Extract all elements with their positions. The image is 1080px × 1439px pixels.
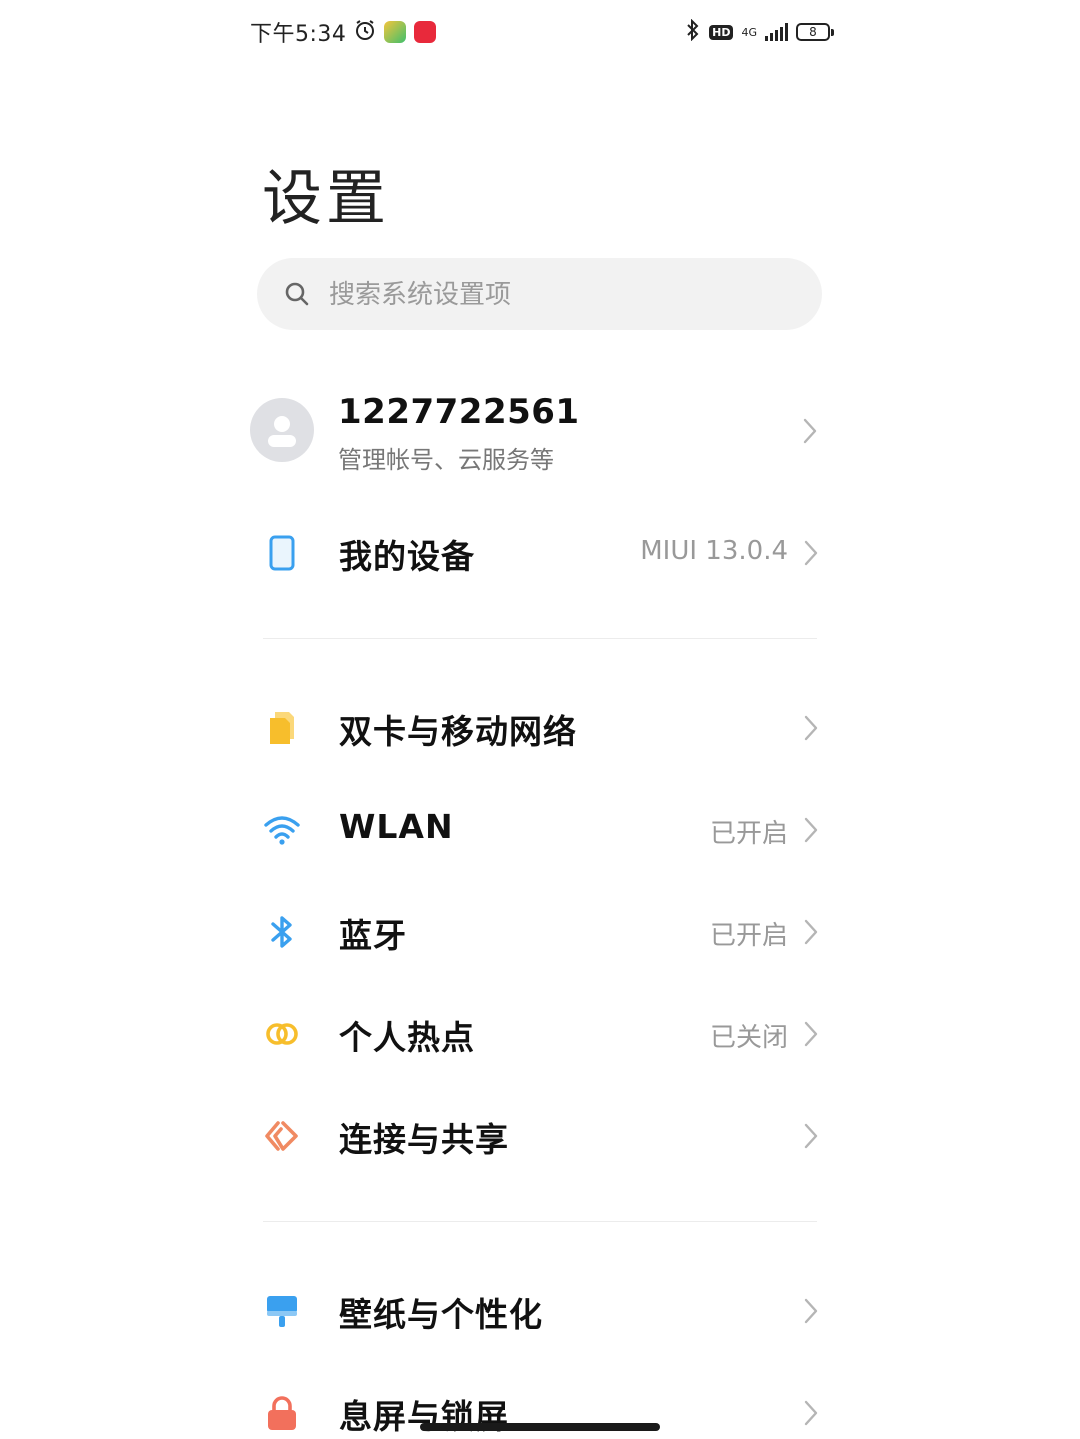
chevron-right-icon xyxy=(804,817,818,843)
hotspot-label: 个人热点 xyxy=(339,1018,475,1057)
chevron-right-icon xyxy=(803,418,817,444)
connection-share-icon xyxy=(263,1117,301,1155)
hd-icon: HD xyxy=(709,24,734,40)
hotspot-icon xyxy=(263,1015,301,1053)
chevron-right-icon xyxy=(804,715,818,741)
chevron-right-icon xyxy=(804,919,818,945)
section-divider xyxy=(263,638,817,639)
bluetooth-label: 蓝牙 xyxy=(339,916,407,955)
wlan-status: 已开启 xyxy=(709,819,788,849)
notification-app-icon xyxy=(384,21,407,43)
wallpaper-row[interactable]: 壁纸与个性化 xyxy=(257,1270,822,1350)
account-row[interactable]: 1227722561 管理帐号、云服务等 xyxy=(250,384,825,480)
chevron-right-icon xyxy=(804,1298,818,1324)
account-id: 1227722561 xyxy=(338,392,580,432)
phone-icon xyxy=(263,534,301,572)
bluetooth-icon xyxy=(263,913,301,951)
notification-red-app-icon xyxy=(414,21,437,43)
my-device-label: 我的设备 xyxy=(339,537,475,576)
avatar-icon xyxy=(268,416,296,447)
avatar xyxy=(250,398,314,462)
bluetooth-row[interactable]: 蓝牙 已开启 xyxy=(257,891,822,971)
wlan-label: WLAN xyxy=(339,807,454,846)
connection-share-label: 连接与共享 xyxy=(339,1120,509,1159)
sim-network-label: 双卡与移动网络 xyxy=(339,712,577,751)
section-divider xyxy=(263,1221,817,1222)
search-icon xyxy=(283,280,311,308)
sim-card-icon xyxy=(263,709,301,747)
network-type-label: 4G xyxy=(741,25,757,39)
my-device-value: MIUI 13.0.4 xyxy=(640,536,788,566)
page-title: 设置 xyxy=(262,164,390,234)
wallpaper-icon xyxy=(263,1292,301,1330)
hotspot-row[interactable]: 个人热点 已关闭 xyxy=(257,993,822,1073)
battery-icon: 8 xyxy=(796,23,834,41)
hotspot-status: 已关闭 xyxy=(709,1023,788,1053)
chevron-right-icon xyxy=(804,1021,818,1047)
lock-icon xyxy=(263,1394,301,1432)
status-bar: 下午5:34 HD 4G 8 xyxy=(250,14,834,50)
search-input[interactable] xyxy=(327,258,801,332)
chevron-right-icon xyxy=(804,1400,818,1426)
bluetooth-status: 已开启 xyxy=(709,921,788,951)
wifi-icon xyxy=(263,811,301,849)
connection-share-row[interactable]: 连接与共享 xyxy=(257,1095,822,1175)
search-bar[interactable] xyxy=(257,258,822,332)
my-device-row[interactable]: 我的设备 MIUI 13.0.4 xyxy=(257,512,822,592)
account-subtitle: 管理帐号、云服务等 xyxy=(338,446,554,474)
settings-screen: 下午5:34 HD 4G 8 设置 搜索系统设置项 1227722561 管理帐… xyxy=(0,0,1080,1439)
chevron-right-icon xyxy=(804,540,818,566)
status-time: 下午5:34 xyxy=(250,22,347,47)
chevron-right-icon xyxy=(804,1123,818,1149)
bluetooth-status-icon xyxy=(685,18,701,45)
wlan-row[interactable]: WLAN 已开启 xyxy=(257,789,822,869)
status-bar-right: HD 4G 8 xyxy=(685,18,834,45)
battery-level: 8 xyxy=(809,25,817,39)
home-indicator[interactable] xyxy=(420,1423,660,1431)
sim-network-row[interactable]: 双卡与移动网络 xyxy=(257,687,822,767)
wallpaper-label: 壁纸与个性化 xyxy=(339,1295,543,1334)
alarm-icon xyxy=(354,19,376,45)
status-bar-left: 下午5:34 xyxy=(250,16,437,48)
signal-icon xyxy=(765,23,788,41)
